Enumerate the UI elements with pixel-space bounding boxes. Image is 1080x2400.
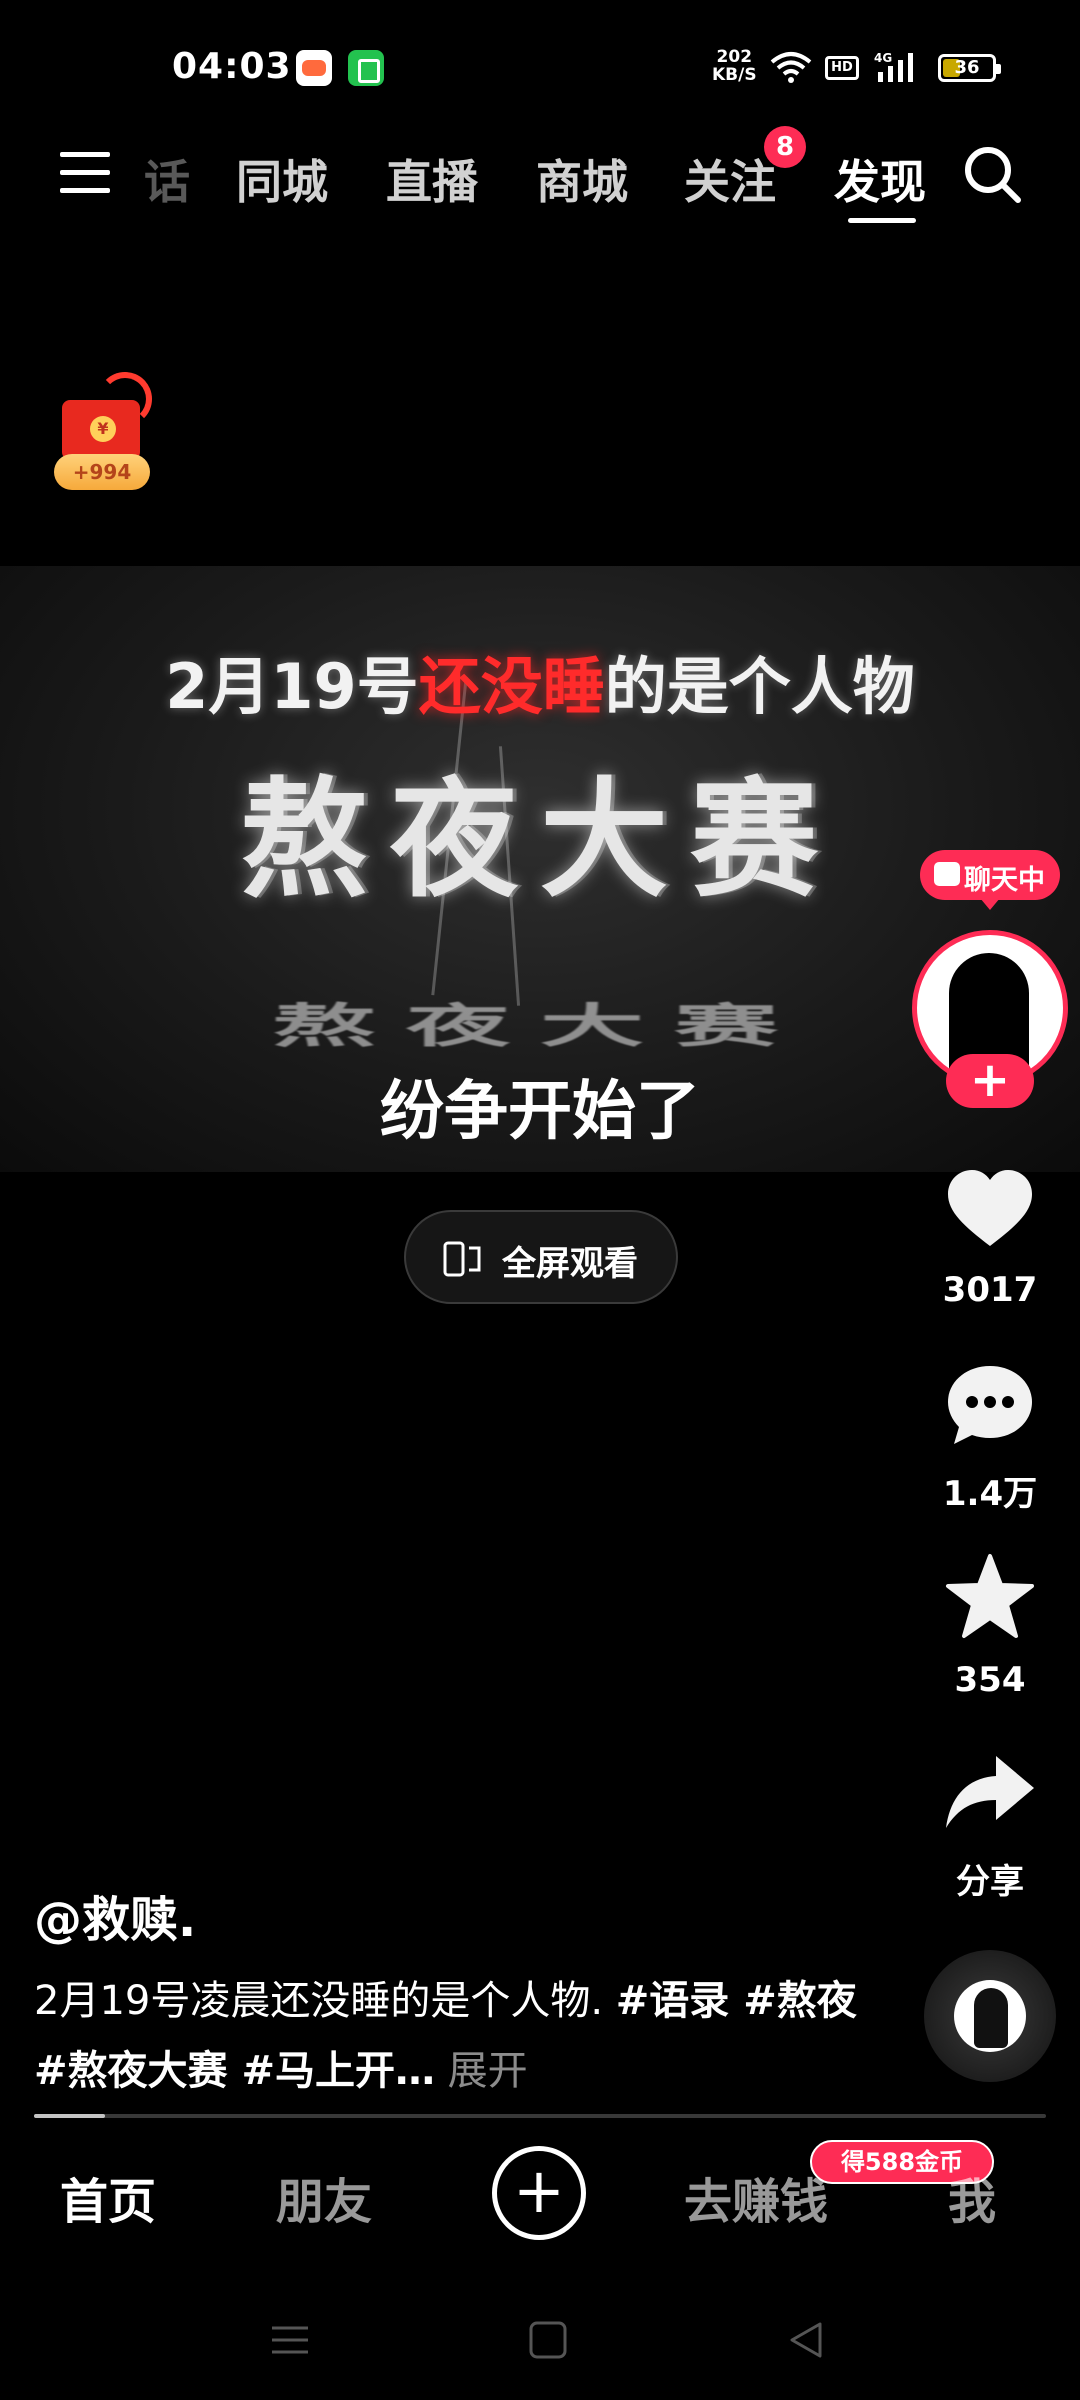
- network-speed-unit: KB/S: [712, 65, 757, 85]
- red-envelope-amount: +994: [54, 454, 150, 490]
- music-disc[interactable]: [924, 1950, 1056, 2082]
- home-icon[interactable]: [526, 2318, 570, 2362]
- following-badge: 8: [764, 126, 806, 168]
- video-subtitle-highlight: 还没睡: [418, 650, 605, 723]
- battery-level: 36: [954, 57, 980, 78]
- create-button[interactable]: +: [492, 2146, 586, 2240]
- back-icon[interactable]: [784, 2318, 828, 2362]
- network-speed: 202 KB/S: [712, 48, 757, 84]
- wifi-icon: [770, 52, 812, 83]
- status-time: 04:03: [172, 46, 292, 87]
- status-bar: 04:03 202 KB/S HD 4G 36: [0, 0, 1080, 120]
- active-tab-indicator: [848, 218, 916, 223]
- follow-button[interactable]: +: [946, 1054, 1034, 1108]
- video-caption: 纷争开始了: [380, 1075, 700, 1149]
- tab-live[interactable]: 直播: [386, 146, 478, 212]
- tab-partial[interactable]: 话: [144, 146, 190, 212]
- video-player[interactable]: 2月19号还没睡的是个人物 熬夜大赛 熬夜大赛 纷争开始了: [0, 566, 1080, 1172]
- expand-button[interactable]: 展开: [435, 2048, 528, 2094]
- music-cover-image: [954, 1980, 1026, 2052]
- system-nav-bar: [0, 2290, 1080, 2400]
- post-text: 2月19号凌晨还没睡的是个人物.: [34, 1978, 616, 2024]
- tab-discover[interactable]: 发现: [834, 146, 926, 212]
- video-progress-bar[interactable]: [34, 2114, 1046, 2118]
- fullscreen-icon: [443, 1241, 481, 1277]
- tab-tongcheng[interactable]: 同城: [236, 146, 328, 212]
- video-subtitle-suffix: 的是个人物: [604, 650, 915, 723]
- chatting-label: 聊天中: [964, 865, 1045, 896]
- favorite-count: 354: [954, 1660, 1026, 1700]
- video-subtitle-prefix: 2月19号: [165, 650, 419, 723]
- hd-icon: HD: [825, 56, 859, 80]
- bottom-nav: 首页 朋友 + 去赚钱 得588金币 我: [0, 2126, 1080, 2266]
- nav-earn[interactable]: 去赚钱: [684, 2162, 828, 2232]
- game-app-icon: [296, 50, 332, 86]
- share-icon[interactable]: [944, 1748, 1036, 1840]
- share-label: 分享: [956, 1862, 1024, 1902]
- fullscreen-button[interactable]: 全屏观看: [404, 1210, 678, 1304]
- nav-me[interactable]: 我: [948, 2162, 996, 2232]
- top-nav: 话 同城 直播 商城 关注 发现: [0, 130, 1080, 230]
- video-progress-fill: [34, 2114, 105, 2118]
- network-speed-value: 202: [716, 47, 753, 67]
- chatting-badge[interactable]: 聊天中: [920, 850, 1060, 910]
- video-subtitle-line: 2月19号还没睡的是个人物: [0, 636, 1080, 726]
- like-count: 3017: [942, 1270, 1038, 1310]
- video-title-text: 熬夜大赛: [239, 766, 840, 915]
- fullscreen-label: 全屏观看: [502, 1244, 638, 1284]
- author-name[interactable]: @救赎.: [34, 1880, 196, 1950]
- star-icon[interactable]: [944, 1552, 1036, 1644]
- comment-icon[interactable]: [944, 1360, 1036, 1452]
- tab-following[interactable]: 关注: [684, 146, 776, 212]
- chat-icon: [934, 862, 960, 886]
- recent-apps-icon[interactable]: [268, 2318, 312, 2362]
- red-envelope-widget[interactable]: ¥ +994: [52, 372, 152, 494]
- comment-count: 1.4万: [942, 1474, 1038, 1514]
- shop-app-icon: [348, 50, 384, 86]
- nav-friends[interactable]: 朋友: [276, 2162, 372, 2232]
- heart-icon[interactable]: [944, 1164, 1036, 1256]
- network-type-label: 4G: [874, 51, 892, 65]
- tab-mall[interactable]: 商城: [536, 146, 628, 212]
- post-description[interactable]: 2月19号凌晨还没睡的是个人物. #语录 #熬夜 #熬夜大赛 #马上开… 展开: [34, 1966, 904, 2106]
- battery-icon: 36: [938, 54, 1001, 82]
- search-icon[interactable]: [962, 144, 1022, 204]
- menu-icon[interactable]: [60, 150, 110, 196]
- nav-home[interactable]: 首页: [60, 2162, 156, 2232]
- coin-icon: ¥: [90, 416, 116, 442]
- signal-icon: 4G: [874, 51, 913, 82]
